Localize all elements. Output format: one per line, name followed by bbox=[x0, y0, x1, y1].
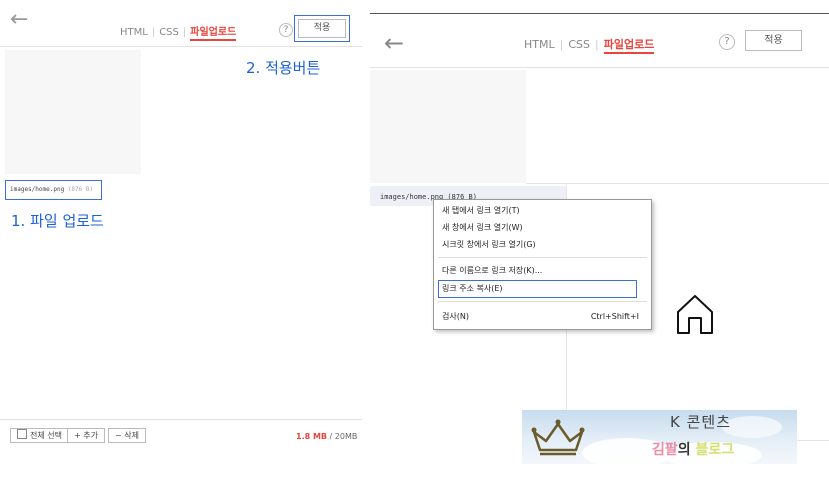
usage-total: / 20MB bbox=[327, 432, 358, 441]
inspect-shortcut: Ctrl+Shift+I bbox=[590, 312, 639, 321]
annotation-file-upload: 1. 파일 업로드 bbox=[11, 212, 104, 230]
tab-css[interactable]: CSS bbox=[159, 27, 179, 38]
annotation-apply-button: 2. 적용버튼 bbox=[246, 59, 321, 77]
header-divider bbox=[0, 46, 362, 47]
top-border bbox=[370, 13, 829, 14]
file-preview-thumbnail bbox=[370, 70, 526, 183]
tab-file-upload[interactable]: 파일업로드 bbox=[190, 27, 237, 41]
apply-button[interactable]: 적용 bbox=[298, 19, 346, 38]
menu-item-open-new-window[interactable]: 새 창에서 링크 열기(W) bbox=[442, 222, 645, 234]
menu-item-open-new-tab[interactable]: 새 탭에서 링크 열기(T) bbox=[442, 205, 645, 217]
menu-item-open-incognito[interactable]: 시크릿 창에서 링크 열기(G) bbox=[442, 239, 645, 251]
context-menu: 새 탭에서 링크 열기(T) 새 창에서 링크 열기(W) 시크릿 창에서 링크… bbox=[433, 199, 652, 330]
inspect-label: 검사(N) bbox=[442, 312, 469, 321]
logo-subtitle: 김팔의 블로그 bbox=[652, 442, 735, 458]
file-size-text: (876 B) bbox=[67, 186, 94, 193]
home-icon bbox=[675, 292, 715, 336]
select-all-button[interactable]: 전체 선택 bbox=[10, 428, 69, 443]
left-screenshot-panel: ← HTML | CSS | 파일업로드 ? 적용 2. 적용버튼 images/hom… bbox=[0, 0, 362, 489]
menu-separator bbox=[438, 257, 647, 258]
content-divider-right bbox=[796, 440, 829, 441]
help-icon[interactable]: ? bbox=[719, 34, 735, 50]
editor-tabs: HTML | CSS | 파일업로드 bbox=[120, 23, 237, 41]
menu-item-save-link-as[interactable]: 다른 이름으로 링크 저장(K)... bbox=[442, 265, 645, 277]
help-icon[interactable]: ? bbox=[279, 23, 293, 37]
right-screenshot-panel: ← HTML | CSS | 파일업로드 ? 적용 images/home.png (8… bbox=[370, 0, 829, 489]
tab-file-upload[interactable]: 파일업로드 bbox=[603, 38, 655, 54]
checkbox-icon[interactable] bbox=[17, 429, 27, 439]
apply-button-highlight: 적용 bbox=[294, 15, 350, 42]
footer-divider bbox=[0, 419, 362, 420]
k-contents-logo: K 콘텐츠 김팔의 블로그 bbox=[522, 410, 797, 464]
menu-separator bbox=[438, 301, 647, 302]
back-arrow-icon[interactable]: ← bbox=[10, 9, 28, 31]
usage-used: 1.8 MB bbox=[296, 432, 328, 441]
delete-file-button[interactable]: − 삭제 bbox=[108, 428, 146, 443]
tab-html[interactable]: HTML bbox=[120, 27, 148, 38]
header-divider bbox=[370, 67, 829, 68]
add-file-button[interactable]: + 추가 bbox=[67, 428, 105, 443]
logo-title: K 콘텐츠 bbox=[670, 413, 732, 431]
tab-html[interactable]: HTML bbox=[524, 38, 555, 51]
file-preview-thumbnail bbox=[5, 50, 141, 174]
uploaded-file-path[interactable]: images/home.png (876 B) bbox=[5, 180, 102, 200]
tab-css[interactable]: CSS bbox=[568, 38, 590, 51]
content-divider bbox=[526, 183, 829, 184]
crown-icon bbox=[528, 414, 588, 460]
file-path-text: images/home.png bbox=[10, 186, 65, 193]
storage-usage: 1.8 MB / 20MB bbox=[296, 432, 357, 441]
select-all-label: 전체 선택 bbox=[30, 431, 62, 440]
apply-button[interactable]: 적용 bbox=[745, 30, 802, 51]
menu-item-inspect[interactable]: 검사(N) Ctrl+Shift+I bbox=[442, 311, 645, 323]
menu-item-copy-link-address[interactable]: 링크 주소 복사(E) bbox=[442, 283, 645, 295]
back-arrow-icon[interactable]: ← bbox=[384, 31, 404, 55]
editor-tabs: HTML | CSS | 파일업로드 bbox=[524, 36, 655, 54]
